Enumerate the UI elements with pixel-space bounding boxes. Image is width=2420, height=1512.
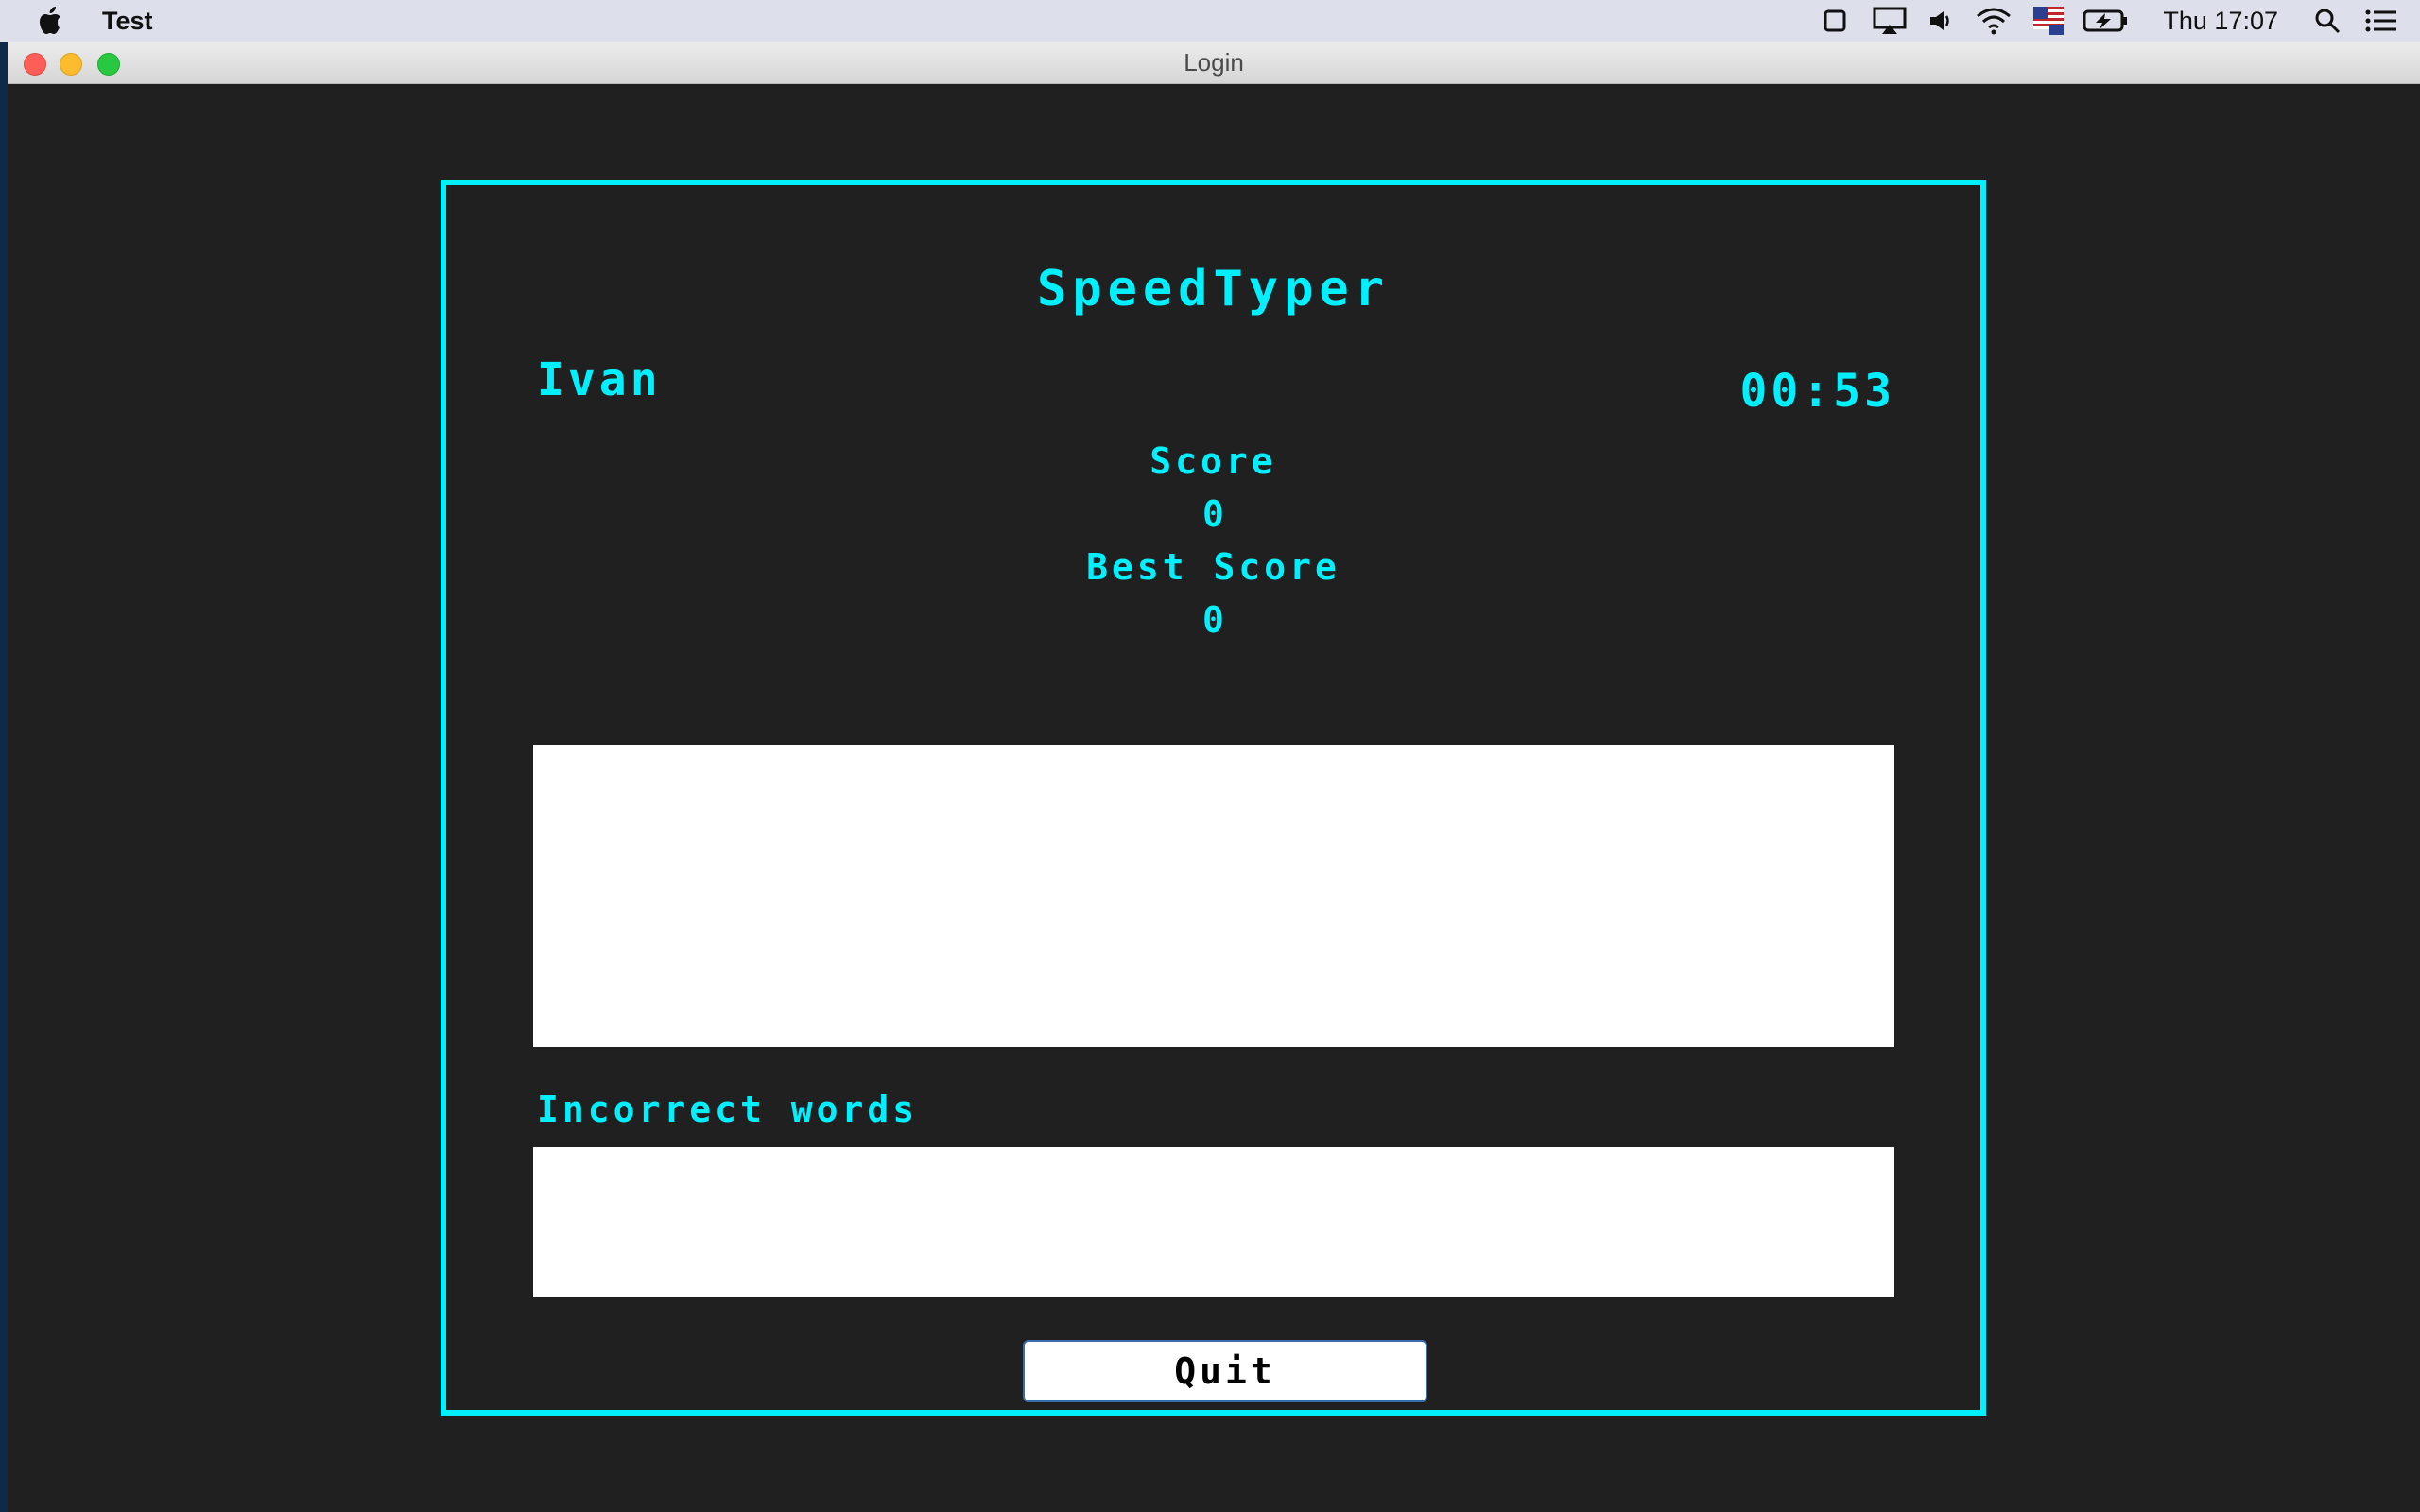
score-label: Score [1150,440,1277,482]
incorrect-words-box [533,1147,1894,1297]
typing-input-area[interactable] [533,745,1894,1047]
incorrect-words-label: Incorrect words [537,1089,919,1130]
game-title: SpeedTyper [1036,261,1391,318]
window-titlebar[interactable]: Login [8,42,2420,84]
screen-mirror-icon[interactable] [1807,0,1862,42]
app-window: Login SpeedTyper Ivan 00:53 Score 0 Best… [8,42,2420,1512]
best-score-value: 0 [1202,599,1224,641]
app-menu-name[interactable]: Test [102,7,153,36]
spotlight-search-icon[interactable] [2305,0,2350,42]
notification-center-icon[interactable] [2350,0,2412,42]
countdown-timer: 00:53 [1739,365,1895,418]
best-score-label: Best Score [1086,546,1340,588]
battery-icon[interactable] [2074,0,2136,42]
airplay-icon[interactable] [1862,0,1917,42]
player-name: Ivan [537,353,662,406]
score-value: 0 [1202,493,1224,535]
wifi-icon[interactable] [1964,0,2023,42]
input-flag-icon[interactable] [2023,0,2074,42]
quit-button[interactable]: Quit [1023,1340,1427,1402]
volume-icon[interactable] [1917,0,1964,42]
game-panel: SpeedTyper Ivan 00:53 Score 0 Best Score… [441,180,1986,1416]
menu-bar: Test Thu 17:07 [0,0,2420,42]
apple-icon[interactable] [38,5,66,37]
window-title: Login [1184,48,1244,77]
menu-clock[interactable]: Thu 17:07 [2163,7,2278,36]
